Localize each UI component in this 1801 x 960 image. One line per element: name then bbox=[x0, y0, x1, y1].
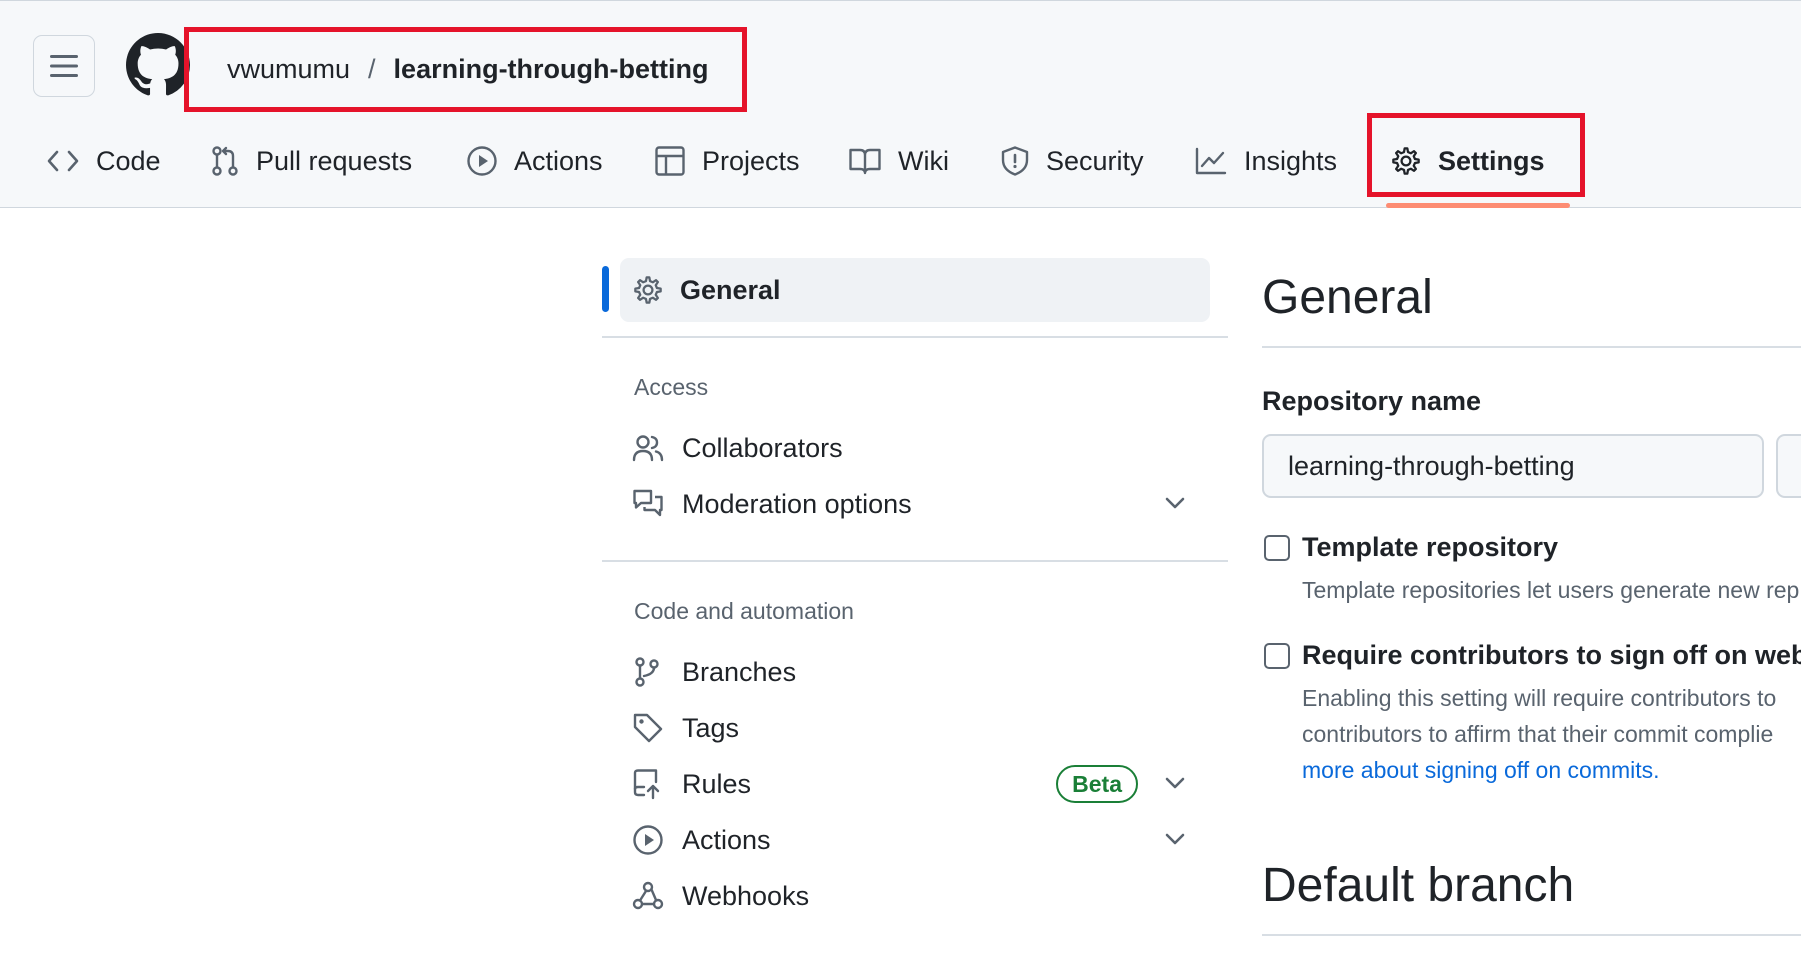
title-divider bbox=[1262, 346, 1801, 348]
github-logo-icon[interactable] bbox=[126, 33, 190, 97]
tab-code[interactable]: Code bbox=[46, 113, 161, 209]
sidebar-divider bbox=[602, 560, 1228, 562]
app-header: vwumumu / learning-through-betting Code … bbox=[0, 0, 1801, 208]
table-icon bbox=[655, 146, 685, 176]
tab-pull-requests-label: Pull requests bbox=[256, 145, 413, 176]
breadcrumb-owner-link[interactable]: vwumumu bbox=[227, 54, 350, 85]
sidebar-item-actions-label: Actions bbox=[682, 824, 771, 855]
signoff-description-line2: contributors to affirm that their commit… bbox=[1302, 721, 1774, 747]
gear-icon bbox=[634, 276, 662, 304]
tab-wiki-label: Wiki bbox=[898, 145, 949, 176]
tab-wiki[interactable]: Wiki bbox=[848, 113, 949, 209]
repository-name-input[interactable] bbox=[1262, 434, 1764, 498]
sidebar-item-general[interactable]: General bbox=[620, 258, 1210, 322]
book-icon bbox=[849, 148, 881, 175]
signoff-description-line1: Enabling this setting will require contr… bbox=[1302, 685, 1777, 711]
play-icon bbox=[467, 146, 497, 176]
sidebar-item-rules-label: Rules bbox=[682, 768, 752, 799]
sidebar-item-rules[interactable]: Rules Beta bbox=[632, 756, 1210, 812]
tab-insights-label: Insights bbox=[1244, 145, 1338, 176]
beta-badge: Beta bbox=[1056, 765, 1138, 803]
chevron-down-icon[interactable] bbox=[1162, 490, 1188, 516]
signoff-label: Require contributors to sign off on web- bbox=[1302, 640, 1801, 670]
sidebar-item-tags[interactable]: Tags bbox=[632, 700, 1210, 756]
tab-security[interactable]: Security bbox=[1000, 113, 1144, 209]
repo-nav: Code Pull requests Actions Projects Wiki… bbox=[0, 113, 1801, 209]
hamburger-menu-button[interactable] bbox=[33, 35, 95, 97]
sidebar-item-general-label: General bbox=[680, 274, 781, 305]
sidebar-heading-access: Access bbox=[634, 374, 709, 400]
tab-insights[interactable]: Insights bbox=[1194, 113, 1337, 209]
signoff-learn-more-link[interactable]: more about signing off on commits. bbox=[1302, 752, 1660, 788]
sidebar-item-branches[interactable]: Branches bbox=[632, 644, 1210, 700]
hamburger-icon bbox=[50, 55, 78, 77]
template-repository-checkbox[interactable] bbox=[1264, 535, 1290, 561]
sidebar-item-tags-label: Tags bbox=[682, 712, 740, 743]
breadcrumb-separator: / bbox=[368, 54, 376, 84]
tab-projects-label: Projects bbox=[702, 145, 800, 176]
code-icon bbox=[47, 150, 79, 172]
sidebar-item-moderation-options-label: Moderation options bbox=[682, 488, 912, 519]
graph-icon bbox=[1195, 147, 1227, 175]
sidebar-divider bbox=[602, 336, 1228, 338]
gear-icon bbox=[1392, 147, 1420, 175]
template-repository-label: Template repository bbox=[1302, 532, 1559, 562]
tab-actions[interactable]: Actions bbox=[466, 113, 603, 209]
repository-name-label: Repository name bbox=[1262, 386, 1482, 416]
tab-code-label: Code bbox=[96, 145, 161, 176]
default-branch-heading: Default branch bbox=[1262, 859, 1575, 912]
shield-icon bbox=[1001, 146, 1029, 176]
sidebar-item-webhooks-label: Webhooks bbox=[682, 880, 810, 911]
repo-breadcrumb: vwumumu / learning-through-betting bbox=[184, 27, 747, 112]
template-repository-description: Template repositories let users generate… bbox=[1302, 577, 1800, 603]
sidebar-item-branches-label: Branches bbox=[682, 656, 797, 687]
play-icon bbox=[633, 825, 663, 855]
tab-pull-requests[interactable]: Pull requests bbox=[210, 113, 412, 209]
active-indicator bbox=[602, 266, 609, 312]
rename-button[interactable] bbox=[1776, 434, 1801, 498]
page-title: General bbox=[1262, 271, 1433, 324]
sidebar-item-collaborators-label: Collaborators bbox=[682, 432, 843, 463]
repo-push-icon bbox=[633, 769, 660, 800]
sidebar-item-actions[interactable]: Actions bbox=[632, 812, 1210, 868]
git-pull-request-icon bbox=[212, 146, 238, 176]
sidebar-item-collaborators[interactable]: Collaborators bbox=[632, 420, 1210, 476]
tab-settings[interactable]: Settings bbox=[1390, 113, 1545, 209]
comment-discussion-icon bbox=[633, 489, 663, 517]
git-branch-icon bbox=[635, 657, 659, 687]
sidebar-item-webhooks[interactable]: Webhooks bbox=[632, 868, 1210, 924]
selected-tab-underline bbox=[1386, 203, 1570, 208]
tab-actions-label: Actions bbox=[514, 145, 603, 176]
tab-projects[interactable]: Projects bbox=[654, 113, 800, 209]
default-branch-divider bbox=[1262, 934, 1801, 936]
tag-icon bbox=[633, 713, 663, 743]
sidebar-item-moderation-options[interactable]: Moderation options bbox=[632, 476, 1210, 532]
chevron-down-icon[interactable] bbox=[1162, 770, 1188, 796]
sidebar-heading-code-automation: Code and automation bbox=[634, 598, 854, 624]
signoff-checkbox[interactable] bbox=[1264, 643, 1290, 669]
tab-settings-label: Settings bbox=[1438, 145, 1545, 176]
tab-security-label: Security bbox=[1046, 145, 1144, 176]
breadcrumb-repo-link[interactable]: learning-through-betting bbox=[394, 54, 709, 85]
people-icon bbox=[632, 435, 664, 462]
chevron-down-icon[interactable] bbox=[1162, 826, 1188, 852]
webhook-icon bbox=[632, 881, 664, 910]
